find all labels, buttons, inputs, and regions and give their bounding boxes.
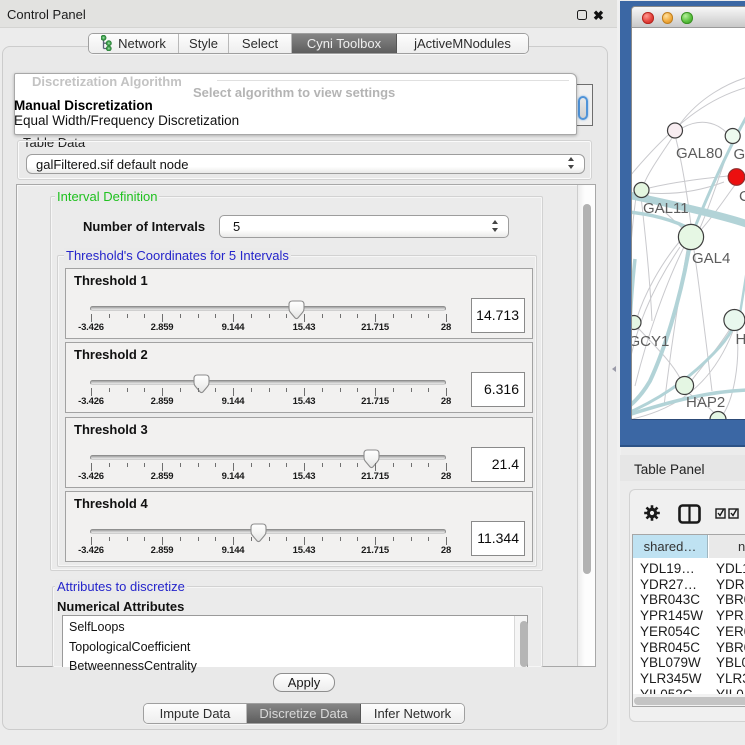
svg-text:HAP2: HAP2 — [686, 394, 725, 411]
svg-text:GAL80: GAL80 — [676, 145, 723, 162]
svg-text:GAL4: GAL4 — [692, 250, 730, 267]
svg-text:GAL11: GAL11 — [643, 200, 689, 217]
svg-text:GCY1: GCY1 — [632, 333, 669, 350]
svg-text:GA: GA — [734, 146, 745, 163]
svg-text:CY: CY — [739, 188, 745, 205]
svg-text:HI: HI — [736, 331, 745, 348]
